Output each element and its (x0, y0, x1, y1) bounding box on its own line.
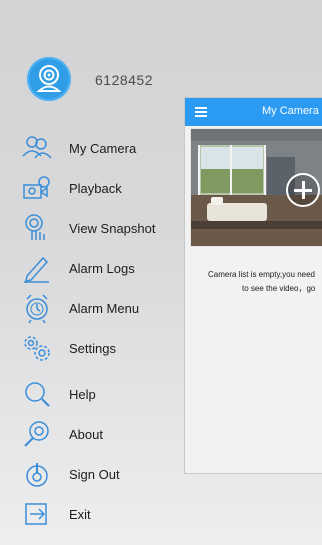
power-icon (26, 463, 48, 487)
menu-item-label: Sign Out (69, 466, 120, 482)
menu-item-label: Alarm Logs (69, 260, 135, 276)
menu-item-about[interactable]: About (0, 415, 184, 453)
menu-item-alarm-menu[interactable]: Alarm Menu (0, 289, 184, 327)
search-help-icon (25, 382, 50, 407)
menu-item-view-snapshot[interactable]: View Snapshot (0, 209, 184, 247)
menu-item-label: Alarm Menu (69, 300, 140, 316)
menu-item-label: Exit (69, 506, 91, 522)
menu-item-label: Help (69, 386, 96, 402)
camera-avatar-icon (36, 65, 62, 92)
people-icon (22, 136, 52, 159)
menu-item-label: Playback (69, 180, 122, 196)
add-camera-plus-icon[interactable] (286, 173, 320, 207)
menu-item-label: Settings (69, 340, 116, 356)
room-photo (191, 129, 322, 246)
menu-item-label: About (69, 426, 103, 442)
empty-message-line1: Camera list is empty,you need (208, 270, 316, 279)
camera-playback-icon (23, 176, 50, 199)
hamburger-icon[interactable] (195, 107, 207, 117)
empty-message-line2: to see the video，go (242, 284, 316, 293)
menu-item-sign-out[interactable]: Sign Out (0, 455, 184, 493)
menu-item-label: My Camera (69, 140, 137, 156)
exit-icon (25, 503, 47, 525)
gear-icon (24, 336, 50, 361)
menu-item-alarm-logs[interactable]: Alarm Logs (0, 249, 184, 287)
username: 6128452 (95, 72, 154, 88)
panel-title: My Camera (262, 105, 319, 117)
menu-item-label: View Snapshot (69, 220, 156, 236)
add-camera-card[interactable] (190, 128, 322, 247)
menu-item-help[interactable]: Help (0, 375, 184, 413)
menu-item-playback[interactable]: Playback (0, 169, 184, 207)
top-app-bar: My Camera (185, 98, 322, 126)
menu-item-my-camera[interactable]: My Camera (0, 129, 184, 167)
alarm-clock-icon (26, 294, 48, 324)
pencil-icon (24, 256, 49, 283)
snapshot-icon (25, 214, 45, 240)
menu-item-exit[interactable]: Exit (0, 495, 184, 533)
camera-panel: My Camera Camera list is empty,you need … (184, 97, 322, 474)
avatar[interactable] (27, 57, 71, 101)
about-icon (24, 421, 49, 447)
menu-item-settings[interactable]: Settings (0, 329, 184, 367)
